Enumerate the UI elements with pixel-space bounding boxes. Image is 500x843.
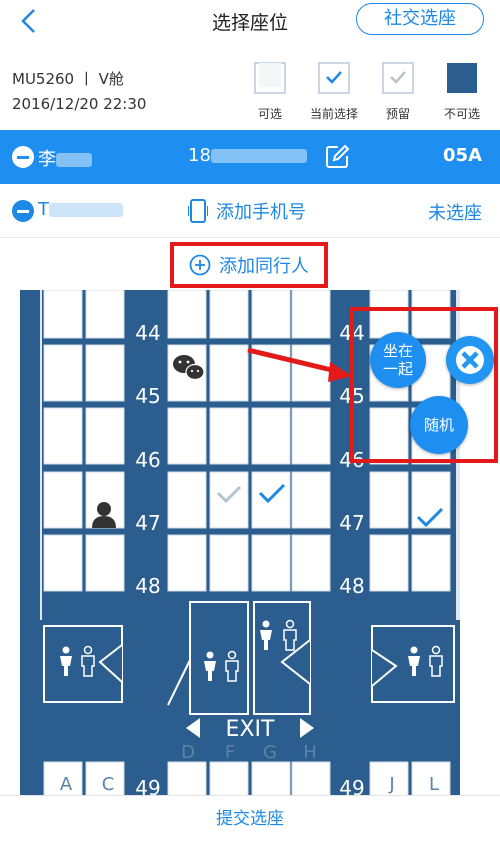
seat[interactable] — [291, 534, 331, 592]
passenger-row[interactable]: T 添加手机号 未选座 — [0, 184, 500, 238]
seat[interactable] — [209, 344, 249, 402]
row-number: 47 — [135, 511, 160, 535]
passenger-name-text: 李 — [38, 149, 56, 170]
redacted-mask — [49, 203, 123, 217]
close-popup-button[interactable] — [446, 336, 494, 384]
seat-unavailable-icon — [447, 63, 477, 93]
seat-status: 未选座 — [428, 203, 482, 224]
seat[interactable] — [85, 344, 125, 402]
seat[interactable] — [209, 290, 249, 339]
passenger-phone: 18 — [188, 145, 307, 166]
submit-seat-button[interactable]: 提交选座 — [0, 795, 500, 843]
legend-available: 可选 — [238, 62, 302, 122]
seat[interactable] — [43, 407, 83, 465]
add-phone-label: 添加手机号 — [216, 202, 306, 223]
row-number: 46 — [135, 448, 160, 472]
legend-available-label: 可选 — [257, 107, 282, 121]
sit-together-line2: 一起 — [382, 360, 413, 378]
flight-info: MU5260 丨 V舱 2016/12/20 22:30 可选 当前选择 预留 … — [0, 50, 500, 128]
remove-passenger-icon[interactable] — [12, 200, 34, 222]
add-companion-button[interactable]: 添加同行人 — [170, 242, 328, 288]
seat[interactable] — [369, 471, 409, 529]
phone-icon — [188, 199, 208, 223]
seat[interactable] — [85, 290, 125, 339]
row-number: 45 — [135, 384, 160, 408]
random-seat-button[interactable]: 随机 — [410, 396, 468, 454]
passenger-name: 李 — [38, 145, 92, 171]
plus-circle-icon — [189, 254, 211, 276]
legend-unavailable-label: 不可选 — [443, 107, 480, 121]
seat-letter: C — [102, 774, 115, 795]
seat[interactable] — [209, 534, 249, 592]
seat-letter: A — [60, 774, 73, 795]
redacted-mask — [210, 149, 307, 163]
seat-available-icon — [254, 62, 286, 94]
seat[interactable] — [369, 534, 409, 592]
legend-current: 当前选择 — [302, 62, 366, 122]
seat[interactable] — [209, 407, 249, 465]
seat[interactable] — [291, 761, 331, 795]
seat[interactable] — [291, 407, 331, 465]
seat[interactable] — [251, 534, 291, 592]
header: 选择座位 社交选座 — [0, 0, 500, 44]
seat[interactable] — [167, 471, 207, 529]
seat-reserved-icon — [382, 62, 414, 94]
row-number: 44 — [135, 321, 160, 345]
seat[interactable] — [167, 761, 207, 795]
seat[interactable] — [85, 534, 125, 592]
legend-current-label: 当前选择 — [309, 107, 358, 121]
flight-number-class: MU5260 丨 V舱 — [12, 70, 124, 88]
seat[interactable] — [251, 761, 291, 795]
legend-unavailable: 不可选 — [430, 62, 494, 122]
passenger-phone-text: 18 — [188, 145, 211, 166]
legend-reserved: 预留 — [366, 62, 430, 122]
redacted-mask — [56, 153, 92, 167]
seat-letter: D — [181, 742, 195, 763]
seat-letter: J — [388, 774, 394, 795]
seat[interactable] — [43, 534, 83, 592]
add-phone-button[interactable]: 添加手机号 — [188, 198, 306, 224]
seat[interactable] — [167, 290, 207, 339]
passenger-name: T — [38, 199, 123, 220]
seat[interactable] — [167, 534, 207, 592]
row-number: 48 — [339, 574, 364, 598]
seat[interactable] — [291, 471, 331, 529]
seat-letter: H — [303, 742, 317, 763]
edit-icon[interactable] — [324, 144, 350, 170]
seat-selected-icon — [318, 62, 350, 94]
seat[interactable] — [209, 761, 249, 795]
seat-letter: L — [429, 774, 439, 795]
row-number: 49 — [339, 776, 364, 795]
assigned-seat: 05A — [443, 145, 482, 166]
seat[interactable] — [251, 290, 291, 339]
seat[interactable] — [43, 290, 83, 339]
close-icon — [456, 346, 484, 374]
seat[interactable] — [43, 471, 83, 529]
flight-datetime: 2016/12/20 22:30 — [12, 95, 147, 113]
passenger-row-selected[interactable]: 李 18 05A — [0, 130, 500, 184]
legend-reserved-label: 预留 — [385, 107, 410, 121]
add-companion-label: 添加同行人 — [219, 256, 309, 277]
remove-passenger-icon[interactable] — [12, 146, 34, 168]
sit-together-button[interactable]: 坐在 一起 — [370, 332, 426, 388]
row-number: 47 — [339, 511, 364, 535]
row-number: 48 — [135, 574, 160, 598]
sit-together-line1: 坐在 — [382, 342, 413, 360]
seat[interactable] — [167, 407, 207, 465]
row-number: 49 — [135, 776, 160, 795]
seat-letter: G — [263, 742, 277, 763]
seat[interactable] — [251, 407, 291, 465]
seat[interactable] — [411, 534, 451, 592]
seat[interactable] — [291, 290, 331, 339]
passenger-name-text: T — [38, 199, 49, 220]
seat[interactable] — [291, 344, 331, 402]
seat[interactable] — [43, 344, 83, 402]
exit-label: EXIT — [226, 717, 275, 742]
seat[interactable] — [85, 407, 125, 465]
social-seat-button[interactable]: 社交选座 — [356, 3, 484, 35]
seat-letter: F — [225, 742, 235, 763]
